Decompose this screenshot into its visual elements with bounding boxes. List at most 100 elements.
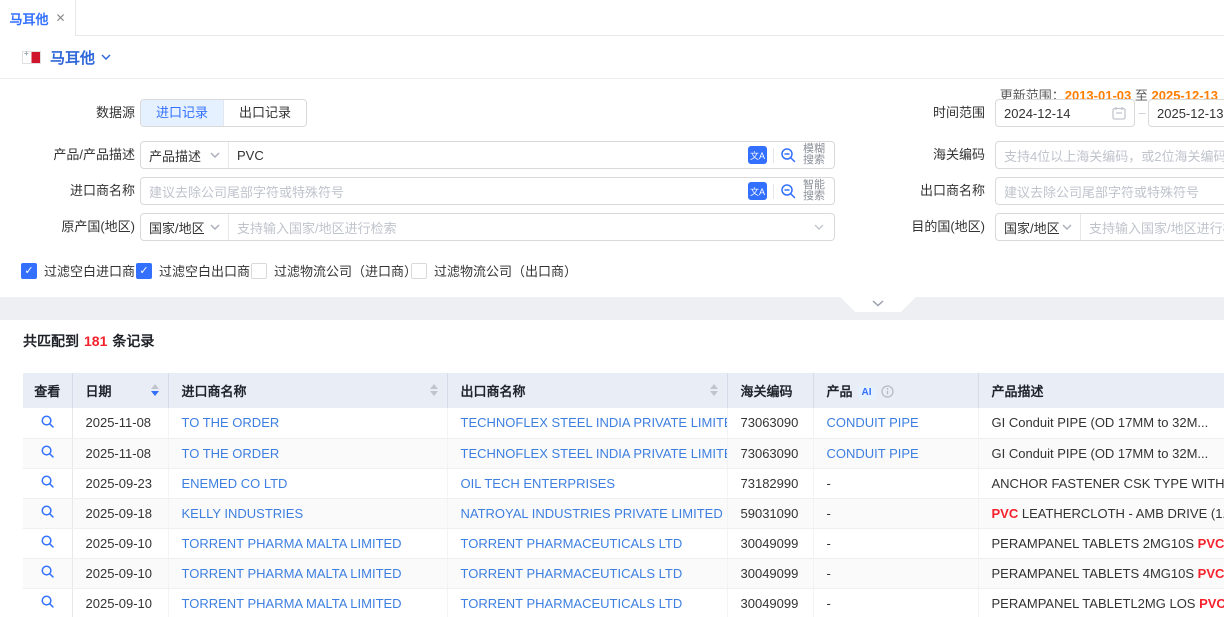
view-record-button[interactable] (23, 588, 72, 617)
date-start-input[interactable]: 2024-12-14 (995, 99, 1135, 127)
view-record-button[interactable] (23, 438, 72, 468)
chevron-down-icon[interactable] (814, 224, 824, 230)
filter-checkbox-logistics-importer[interactable]: 过滤物流公司（进口商） (251, 261, 417, 280)
filter-panel: 更新范围：2013-01-03 至 2025-12-13 数据源 进口记录 出口… (0, 80, 1224, 297)
info-icon[interactable] (881, 385, 894, 398)
hs-code-cell: 30049099 (727, 588, 813, 617)
exporter-input[interactable]: 建议去除公司尾部字符或特殊符号 (995, 177, 1224, 205)
dest-type-value: 国家/地区 (1004, 218, 1060, 237)
translate-icon[interactable]: 文A (748, 146, 767, 164)
country-header: 马耳他 (0, 36, 1224, 79)
dest-country-placeholder[interactable]: 支持输入国家/地区进行检 (1081, 218, 1224, 237)
header-exporter[interactable]: 出口商名称 (447, 373, 727, 408)
table-row: 2025-09-18KELLY INDUSTRIESNATROYAL INDUS… (23, 498, 1224, 528)
importer-link[interactable]: TO THE ORDER (168, 438, 447, 468)
view-magnifier-icon (40, 534, 55, 549)
table-body: 2025-11-08TO THE ORDERTECHNOFLEX STEEL I… (23, 408, 1224, 617)
smart-search-text[interactable]: 智能搜索 (803, 180, 827, 202)
importer-label: 进口商名称 (0, 177, 135, 205)
header-view: 查看 (23, 373, 72, 408)
product-label: 产品/产品描述 (0, 141, 135, 169)
product-cell: - (813, 528, 978, 558)
exporter-link[interactable]: OIL TECH ENTERPRISES (447, 468, 727, 498)
sort-icon-date[interactable] (151, 384, 159, 396)
origin-country-placeholder[interactable]: 支持输入国家/地区进行检索 (229, 218, 814, 237)
origin-type-select[interactable]: 国家/地区 (141, 214, 229, 240)
smart-search-icon[interactable] (780, 183, 797, 200)
description-cell: PVC LEATHERCLOTH - AMB DRIVE (1... (978, 498, 1224, 528)
chevron-down-icon (1062, 224, 1072, 230)
filter-checkbox-blank-exporter[interactable]: ✓ 过滤空白出口商 (136, 261, 250, 280)
table-row: 2025-11-08TO THE ORDERTECHNOFLEX STEEL I… (23, 408, 1224, 438)
exporter-link[interactable]: TORRENT PHARMACEUTICALS LTD (447, 528, 727, 558)
product-input-suffix: 文A 模糊搜索 (748, 144, 834, 166)
fuzzy-search-text[interactable]: 模糊搜索 (803, 144, 827, 166)
header-hs-code: 海关编码 (727, 373, 813, 408)
exporter-link[interactable]: NATROYAL INDUSTRIES PRIVATE LIMITED (447, 498, 727, 528)
exporter-link[interactable]: TECHNOFLEX STEEL INDIA PRIVATE LIMITED (447, 438, 727, 468)
tab-malta[interactable]: 马耳他 ✕ (0, 0, 76, 36)
close-icon[interactable]: ✕ (55, 11, 65, 25)
date-end-input[interactable]: 2025-12-13 (1148, 99, 1224, 127)
view-record-button[interactable] (23, 558, 72, 588)
dest-type-select[interactable]: 国家/地区 (996, 214, 1081, 240)
view-record-button[interactable] (23, 528, 72, 558)
desc-highlight: PVC... (1199, 596, 1224, 611)
hs-code-cell: 73182990 (727, 468, 813, 498)
chevron-down-icon (210, 224, 220, 230)
hs-code-input[interactable]: 支持4位以上海关编码，或2位海关编码加 (995, 141, 1224, 169)
importer-input[interactable]: 建议去除公司尾部字符或特殊符号 文A 智能搜索 (140, 177, 835, 205)
date-cell: 2025-09-10 (72, 558, 168, 588)
data-source-label: 数据源 (0, 99, 135, 127)
date-cell: 2025-11-08 (72, 438, 168, 468)
filter-checkbox-blank-importer[interactable]: ✓ 过滤空白进口商 (21, 261, 135, 280)
product-cell[interactable]: CONDUIT PIPE (813, 438, 978, 468)
tab-import-records[interactable]: 进口记录 (141, 100, 223, 126)
exporter-placeholder: 建议去除公司尾部字符或特殊符号 (996, 182, 1207, 201)
product-cell: - (813, 498, 978, 528)
date-start-value: 2024-12-14 (996, 106, 1079, 121)
product-input[interactable]: PVC (229, 148, 748, 163)
checkbox-icon[interactable] (411, 263, 427, 279)
exporter-link[interactable]: TORRENT PHARMACEUTICALS LTD (447, 558, 727, 588)
view-record-button[interactable] (23, 408, 72, 438)
date-cell: 2025-09-23 (72, 468, 168, 498)
hs-code-cell: 30049099 (727, 558, 813, 588)
time-range-label: 时间范围 (888, 99, 985, 127)
importer-link[interactable]: TORRENT PHARMA MALTA LIMITED (168, 558, 447, 588)
view-magnifier-icon (40, 444, 55, 459)
product-type-select[interactable]: 产品描述 (141, 142, 229, 168)
summary-prefix: 共匹配到 (23, 333, 79, 349)
importer-link[interactable]: KELLY INDUSTRIES (168, 498, 447, 528)
match-count: 181 (84, 333, 107, 349)
description-cell: PERAMPANEL TABLETL2MG LOS PVC... (978, 588, 1224, 617)
date-cell: 2025-09-10 (72, 588, 168, 617)
tab-export-records[interactable]: 出口记录 (224, 100, 306, 126)
table-row: 2025-09-10TORRENT PHARMA MALTA LIMITEDTO… (23, 588, 1224, 617)
view-record-button[interactable] (23, 498, 72, 528)
importer-link[interactable]: TORRENT PHARMA MALTA LIMITED (168, 528, 447, 558)
sort-icon-exporter[interactable] (710, 384, 718, 396)
translate-icon[interactable]: 文A (748, 182, 767, 200)
header-importer[interactable]: 进口商名称 (168, 373, 447, 408)
header-date[interactable]: 日期 (72, 373, 168, 408)
view-record-button[interactable] (23, 468, 72, 498)
hs-code-cell: 73063090 (727, 408, 813, 438)
importer-link[interactable]: TORRENT PHARMA MALTA LIMITED (168, 588, 447, 617)
product-cell[interactable]: CONDUIT PIPE (813, 408, 978, 438)
chevron-down-icon[interactable] (101, 54, 111, 60)
importer-link[interactable]: TO THE ORDER (168, 408, 447, 438)
fuzzy-search-icon[interactable] (780, 147, 797, 164)
importer-link[interactable]: ENEMED CO LTD (168, 468, 447, 498)
filter-checkbox-logistics-exporter[interactable]: 过滤物流公司（出口商） (411, 261, 577, 280)
checkbox-icon[interactable]: ✓ (136, 263, 152, 279)
exporter-link[interactable]: TECHNOFLEX STEEL INDIA PRIVATE LIMITED (447, 408, 727, 438)
checkbox-icon[interactable] (251, 263, 267, 279)
desc-highlight: PVC (992, 506, 1019, 521)
hs-code-cell: 59031090 (727, 498, 813, 528)
checkbox-icon[interactable]: ✓ (21, 263, 37, 279)
header-desc-label: 产品描述 (992, 384, 1044, 399)
exporter-label: 出口商名称 (888, 177, 985, 205)
exporter-link[interactable]: TORRENT PHARMACEUTICALS LTD (447, 588, 727, 617)
sort-icon-importer[interactable] (430, 384, 438, 396)
